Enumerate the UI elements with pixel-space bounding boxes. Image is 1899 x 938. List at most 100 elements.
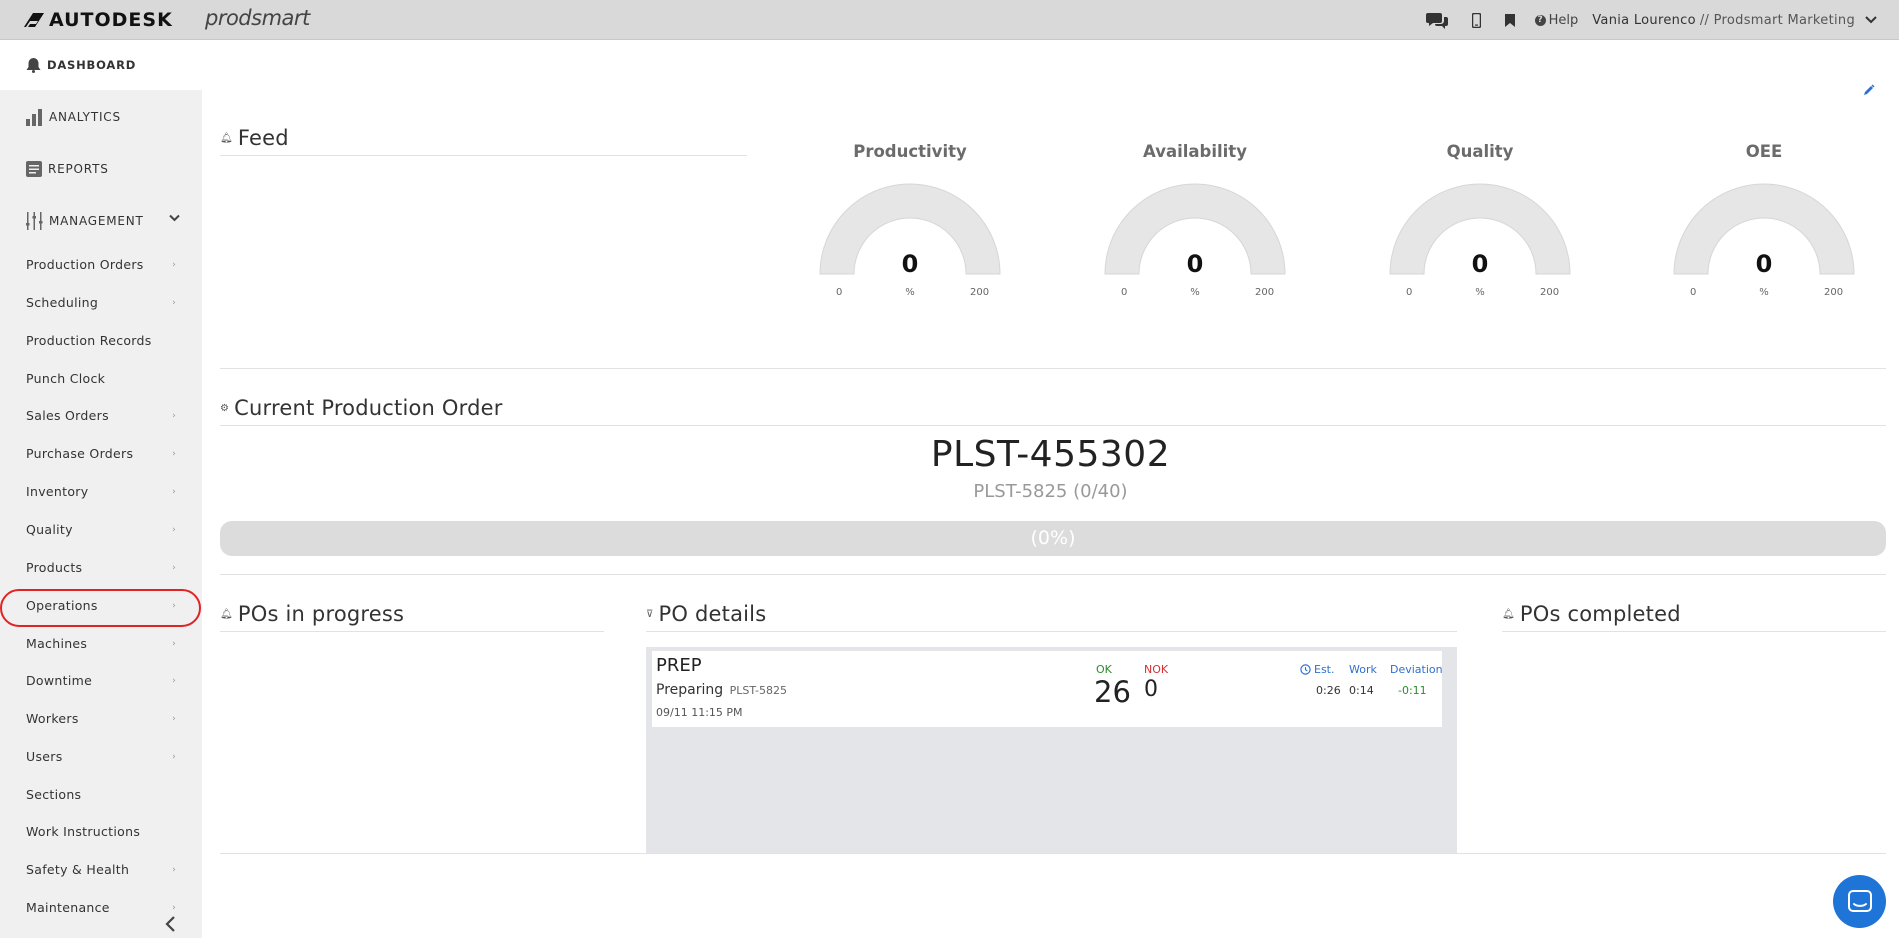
po-details-panel: PREP Preparing PLST-5825 09/11 11:15 PM … (646, 647, 1457, 853)
sidebar-item-inventory[interactable]: Inventory › (0, 473, 202, 509)
po-card-status-label: Preparing (656, 682, 724, 698)
help-icon: ? (1534, 14, 1546, 26)
sidebar-item-label: Machines (26, 635, 88, 651)
pencil-icon[interactable] (1863, 84, 1875, 96)
help-link[interactable]: ? Help (1534, 12, 1579, 28)
sidebar: DASHBOARD ANALYTICS REPORTS MANAGEMENT P… (0, 40, 202, 938)
user-menu[interactable]: Vania Lourenco // Prodsmart Marketing (1592, 13, 1877, 28)
sidebar-item-label: Scheduling (26, 294, 99, 310)
bell-icon: 🔔︎ (1502, 608, 1515, 620)
po-card-status: Preparing PLST-5825 (656, 682, 787, 698)
gauge-title: Productivity (853, 142, 967, 161)
chat-bubble-icon (1847, 889, 1872, 912)
sidebar-item-label: Purchase Orders (26, 445, 134, 461)
brand-name: AUTODESK (49, 9, 173, 31)
pos-in-progress-divider (220, 631, 604, 632)
help-label: Help (1548, 12, 1579, 28)
pos-completed-title: POs completed (1519, 602, 1681, 626)
gauge-value: 0 (1186, 250, 1204, 278)
sidebar-item-label: Users (26, 748, 63, 764)
sidebar-item-quality[interactable]: Quality › (0, 511, 202, 547)
sidebar-item-products[interactable]: Products › (0, 549, 202, 585)
sidebar-item-sales-orders[interactable]: Sales Orders › (0, 397, 202, 433)
sidebar-item-downtime[interactable]: Downtime › (0, 662, 202, 698)
work-label: Work (1349, 663, 1377, 676)
sidebar-item-work-instructions[interactable]: Work Instructions (0, 813, 202, 849)
sidebar-item-sections[interactable]: Sections (0, 776, 202, 812)
po-card-title: PREP (656, 655, 702, 676)
sidebar-item-production-records[interactable]: Production Records (0, 322, 202, 358)
nok-value: 0 (1144, 677, 1158, 702)
sidebar-item-scheduling[interactable]: Scheduling › (0, 284, 202, 320)
support-chat-button[interactable] (1833, 875, 1886, 928)
clock-icon (1300, 664, 1311, 675)
deviation-value: -0:11 (1398, 684, 1427, 697)
section-divider (220, 574, 1886, 575)
product-logo[interactable]: prodsmart (205, 6, 310, 30)
bell-icon: 🔔︎ (220, 608, 233, 620)
work-value: 0:14 (1349, 684, 1374, 697)
sidebar-item-label: Production Records (26, 332, 152, 348)
sidebar-item-purchase-orders[interactable]: Purchase Orders › (0, 435, 202, 471)
sidebar-item-management[interactable]: MANAGEMENT (0, 196, 202, 246)
filter-icon: ⊽ (646, 608, 654, 620)
gauge-title: Availability (1143, 142, 1247, 161)
sidebar-item-label: MANAGEMENT (49, 214, 144, 228)
chevron-right-icon: › (172, 676, 176, 686)
gauge-value: 0 (901, 250, 919, 278)
bookmark-icon[interactable] (1504, 0, 1515, 40)
pos-in-progress-header: 🔔︎ POs in progress (220, 602, 404, 626)
sidebar-item-reports[interactable]: REPORTS (0, 144, 202, 194)
autodesk-logo[interactable]: AUTODESK (24, 9, 173, 31)
gauge-max: 200 (1824, 287, 1844, 298)
chevron-right-icon: › (172, 563, 176, 573)
chat-icon[interactable] (1425, 0, 1448, 40)
sidebar-item-label: Quality (26, 521, 73, 537)
po-card-code: PLST-5825 (729, 684, 788, 697)
gauge-title: Quality (1446, 142, 1514, 161)
sidebar-item-label: DASHBOARD (47, 58, 137, 72)
chevron-right-icon: › (172, 298, 176, 308)
sidebar-item-safety-health[interactable]: Safety & Health › (0, 851, 202, 887)
sidebar-item-punch-clock[interactable]: Punch Clock (0, 360, 202, 396)
bell-icon: 🔔︎ (220, 132, 233, 144)
po-details-divider (646, 631, 1457, 632)
top-right-menu: ? Help Vania Lourenco // Prodsmart Marke… (1414, 0, 1877, 40)
sidebar-item-label: Punch Clock (26, 370, 106, 386)
sidebar-item-label: Products (26, 559, 83, 575)
chevron-right-icon: › (172, 487, 176, 497)
gauge-title: OEE (1745, 142, 1783, 161)
sidebar-item-label: Inventory (26, 483, 89, 499)
highlight-ring (0, 589, 201, 627)
sidebar-item-label: Maintenance (26, 899, 110, 915)
chevron-right-icon: › (172, 639, 176, 649)
current-po-header: ⚙︎ Current Production Order (220, 396, 503, 420)
sidebar-item-label: REPORTS (48, 162, 109, 176)
collapse-sidebar-icon[interactable] (164, 916, 176, 932)
pos-completed-divider (1502, 631, 1886, 632)
sidebar-item-machines[interactable]: Machines › (0, 625, 202, 661)
sidebar-item-label: Safety & Health (26, 861, 130, 877)
po-card[interactable]: PREP Preparing PLST-5825 09/11 11:15 PM … (652, 651, 1443, 727)
sidebar-item-label: ANALYTICS (49, 110, 121, 124)
sidebar-item-workers[interactable]: Workers › (0, 700, 202, 736)
ok-value: 26 (1094, 675, 1131, 709)
chevron-right-icon: › (172, 903, 176, 913)
sidebar-item-dashboard[interactable]: DASHBOARD (0, 40, 202, 90)
nok-label: NOK (1144, 663, 1169, 676)
gauge-value: 0 (1471, 250, 1489, 278)
po-details-header: ⊽ PO details (646, 602, 766, 626)
sidebar-item-production-orders[interactable]: Production Orders › (0, 246, 202, 282)
sidebar-item-label: Downtime (26, 672, 93, 688)
mobile-icon[interactable] (1471, 0, 1481, 40)
pos-in-progress-title: POs in progress (237, 602, 405, 626)
sidebar-item-analytics[interactable]: ANALYTICS (0, 92, 202, 142)
est-header: Est. (1300, 663, 1335, 676)
sidebar-item-users[interactable]: Users › (0, 738, 202, 774)
current-po-title: Current Production Order (234, 396, 503, 420)
current-po-number[interactable]: PLST-455302 (202, 434, 1899, 475)
document-icon (26, 161, 42, 177)
chevron-right-icon: › (172, 752, 176, 762)
bar-chart-icon (26, 108, 42, 126)
current-po-divider (220, 425, 1886, 426)
